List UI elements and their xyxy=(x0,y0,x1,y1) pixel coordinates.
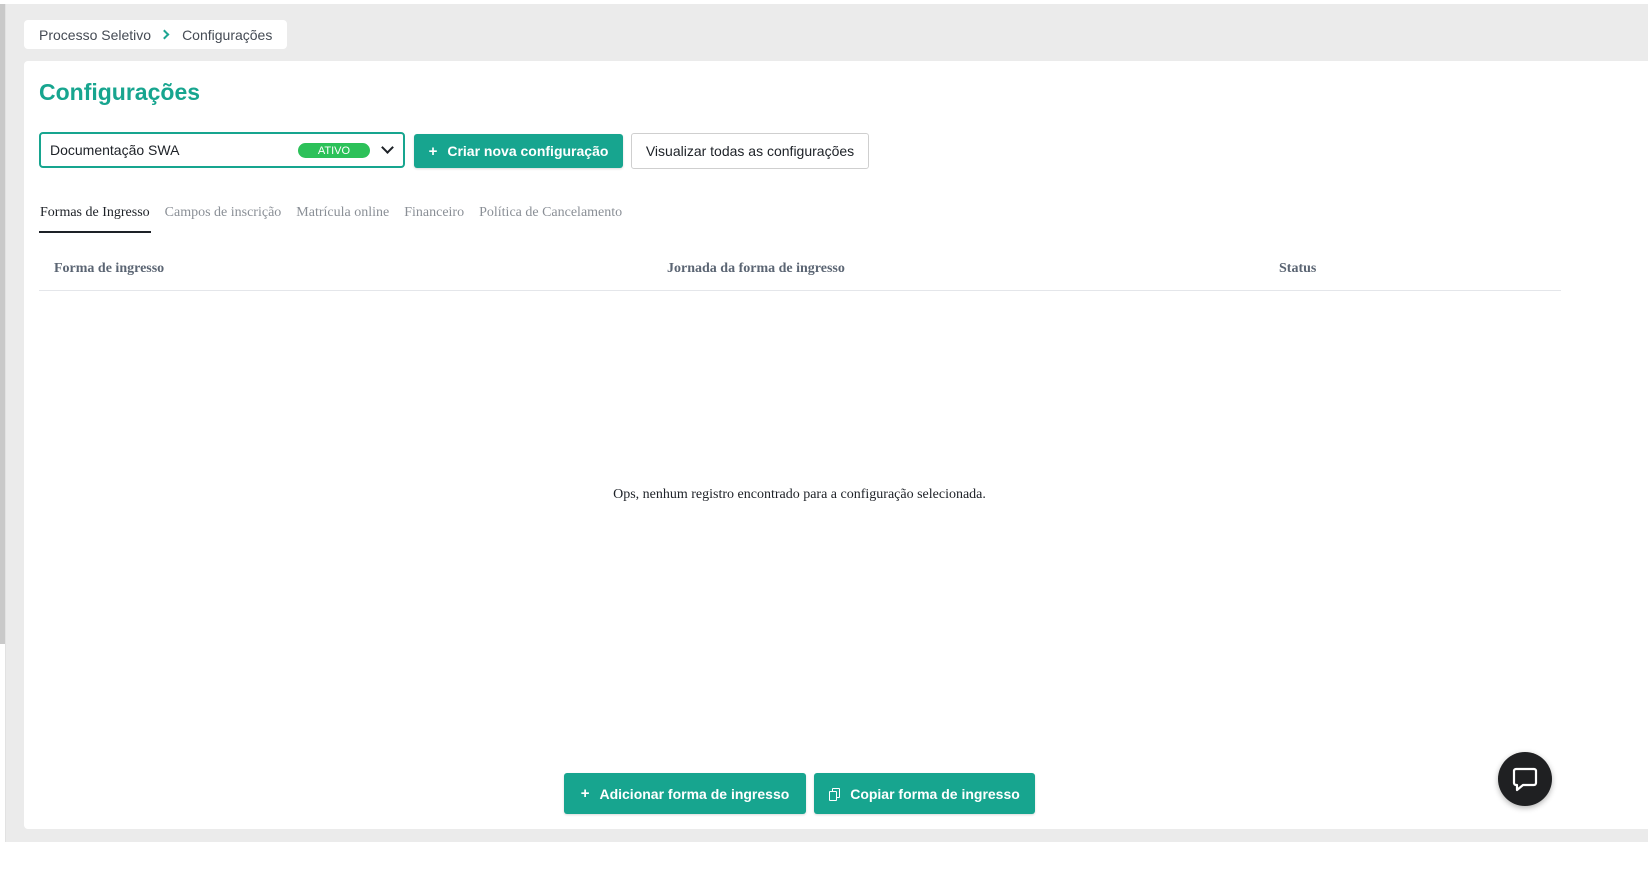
create-configuration-button[interactable]: + Criar nova configuração xyxy=(414,134,623,168)
main-card: Configurações Documentação SWA ATIVO + C… xyxy=(24,61,1648,829)
app-frame: Processo Seletivo Configurações Configur… xyxy=(5,4,1648,842)
chat-button[interactable] xyxy=(1498,752,1552,806)
chevron-right-icon xyxy=(159,29,170,40)
breadcrumb-item-configuracoes: Configurações xyxy=(182,26,273,43)
column-header-forma-de-ingresso: Forma de ingresso xyxy=(54,261,165,276)
plus-icon: + xyxy=(580,785,590,802)
status-badge: ATIVO xyxy=(298,143,370,158)
tab-bar: Formas de Ingresso Campos de inscrição M… xyxy=(39,201,636,233)
copy-admission-form-label: Copiar forma de ingresso xyxy=(850,785,1020,802)
configuration-select[interactable]: Documentação SWA ATIVO xyxy=(39,132,405,168)
tab-financeiro[interactable]: Financeiro xyxy=(403,201,465,233)
create-configuration-label: Criar nova configuração xyxy=(447,143,609,159)
breadcrumb-item-processo-seletivo[interactable]: Processo Seletivo xyxy=(39,27,151,43)
plus-icon: + xyxy=(428,142,438,160)
empty-state-message: Ops, nenhum registro encontrado para a c… xyxy=(613,487,986,502)
breadcrumb: Processo Seletivo Configurações xyxy=(24,20,288,49)
add-admission-form-button[interactable]: + Adicionar forma de ingresso xyxy=(564,773,806,814)
chat-bubble-icon xyxy=(1512,767,1538,792)
tab-matricula-online[interactable]: Matrícula online xyxy=(295,201,390,233)
column-header-jornada: Jornada da forma de ingresso xyxy=(667,261,845,276)
configuration-select-value: Documentação SWA xyxy=(50,142,180,158)
table-header: Forma de ingresso Jornada da forma de in… xyxy=(39,247,1561,291)
copy-icon xyxy=(829,787,841,801)
copy-admission-form-button[interactable]: Copiar forma de ingresso xyxy=(814,773,1035,814)
page-title: Configurações xyxy=(39,79,201,105)
tab-formas-de-ingresso[interactable]: Formas de Ingresso xyxy=(39,201,151,233)
view-all-configurations-button[interactable]: Visualizar todas as configurações xyxy=(631,133,869,169)
tab-politica-de-cancelamento[interactable]: Política de Cancelamento xyxy=(478,201,623,233)
chevron-down-icon[interactable] xyxy=(381,141,394,154)
column-header-status: Status xyxy=(1279,261,1317,276)
tab-campos-de-inscricao[interactable]: Campos de inscrição xyxy=(164,201,283,233)
add-admission-form-label: Adicionar forma de ingresso xyxy=(599,785,790,802)
